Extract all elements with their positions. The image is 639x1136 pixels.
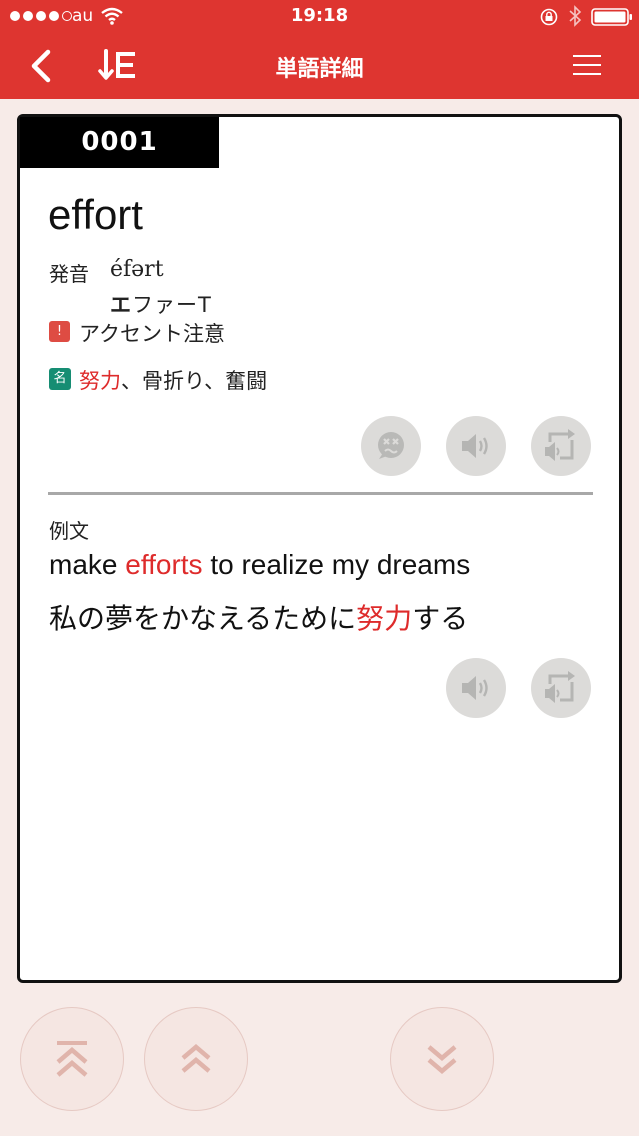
- status-bar: au 19:18: [0, 0, 639, 34]
- play-example-audio-button[interactable]: [446, 658, 506, 718]
- bluetooth-icon: [569, 5, 582, 27]
- accent-warning-text: アクセント注意: [79, 322, 225, 346]
- chevron-down-icon: [427, 1045, 457, 1074]
- previous-word-button[interactable]: [144, 1007, 248, 1111]
- repeat-word-audio-button[interactable]: [531, 416, 591, 476]
- top-bar: au 19:18 単語詳細: [0, 0, 639, 99]
- ipa-pronunciation: éfərt: [110, 257, 164, 282]
- rotation-lock-icon: [540, 8, 558, 26]
- meaning-text: 努力、骨折り、奮闘: [79, 369, 268, 393]
- next-word-button[interactable]: [390, 1007, 494, 1111]
- pronunciation-label: 発音: [49, 262, 89, 286]
- noun-badge: 名: [49, 368, 71, 390]
- battery-icon: [591, 8, 632, 26]
- play-word-audio-button[interactable]: [446, 416, 506, 476]
- unknown-word-button[interactable]: [361, 416, 421, 476]
- repeat-example-audio-button[interactable]: [531, 658, 591, 718]
- word-number-badge: 0001: [20, 117, 219, 168]
- hamburger-menu-button[interactable]: [570, 49, 606, 81]
- first-word-button[interactable]: [20, 1007, 124, 1111]
- speaker-icon: [462, 676, 488, 700]
- repeat-speaker-icon: [545, 429, 575, 461]
- navigation-bar: 単語詳細: [0, 34, 639, 99]
- double-chevron-up-first-icon: [56, 1041, 88, 1077]
- headword: effort: [48, 191, 143, 238]
- speaker-icon: [462, 434, 488, 458]
- dizzy-face-icon: [378, 432, 404, 459]
- page-title: 単語詳細: [275, 57, 364, 82]
- section-divider: [48, 492, 593, 495]
- repeat-speaker-icon: [545, 671, 575, 703]
- word-card: 0001 effort 発音 éfərt エファーT ! アクセント注意 名 努…: [17, 114, 622, 983]
- example-sentence-english: make efforts to realize my dreams: [49, 549, 471, 580]
- example-sentence-japanese: 私の夢をかなえるために努力する: [49, 602, 469, 635]
- chevron-up-icon: [181, 1044, 211, 1073]
- example-label: 例文: [49, 519, 89, 543]
- accent-warning-icon: !: [49, 321, 70, 342]
- kana-pronunciation: エファーT: [110, 293, 212, 317]
